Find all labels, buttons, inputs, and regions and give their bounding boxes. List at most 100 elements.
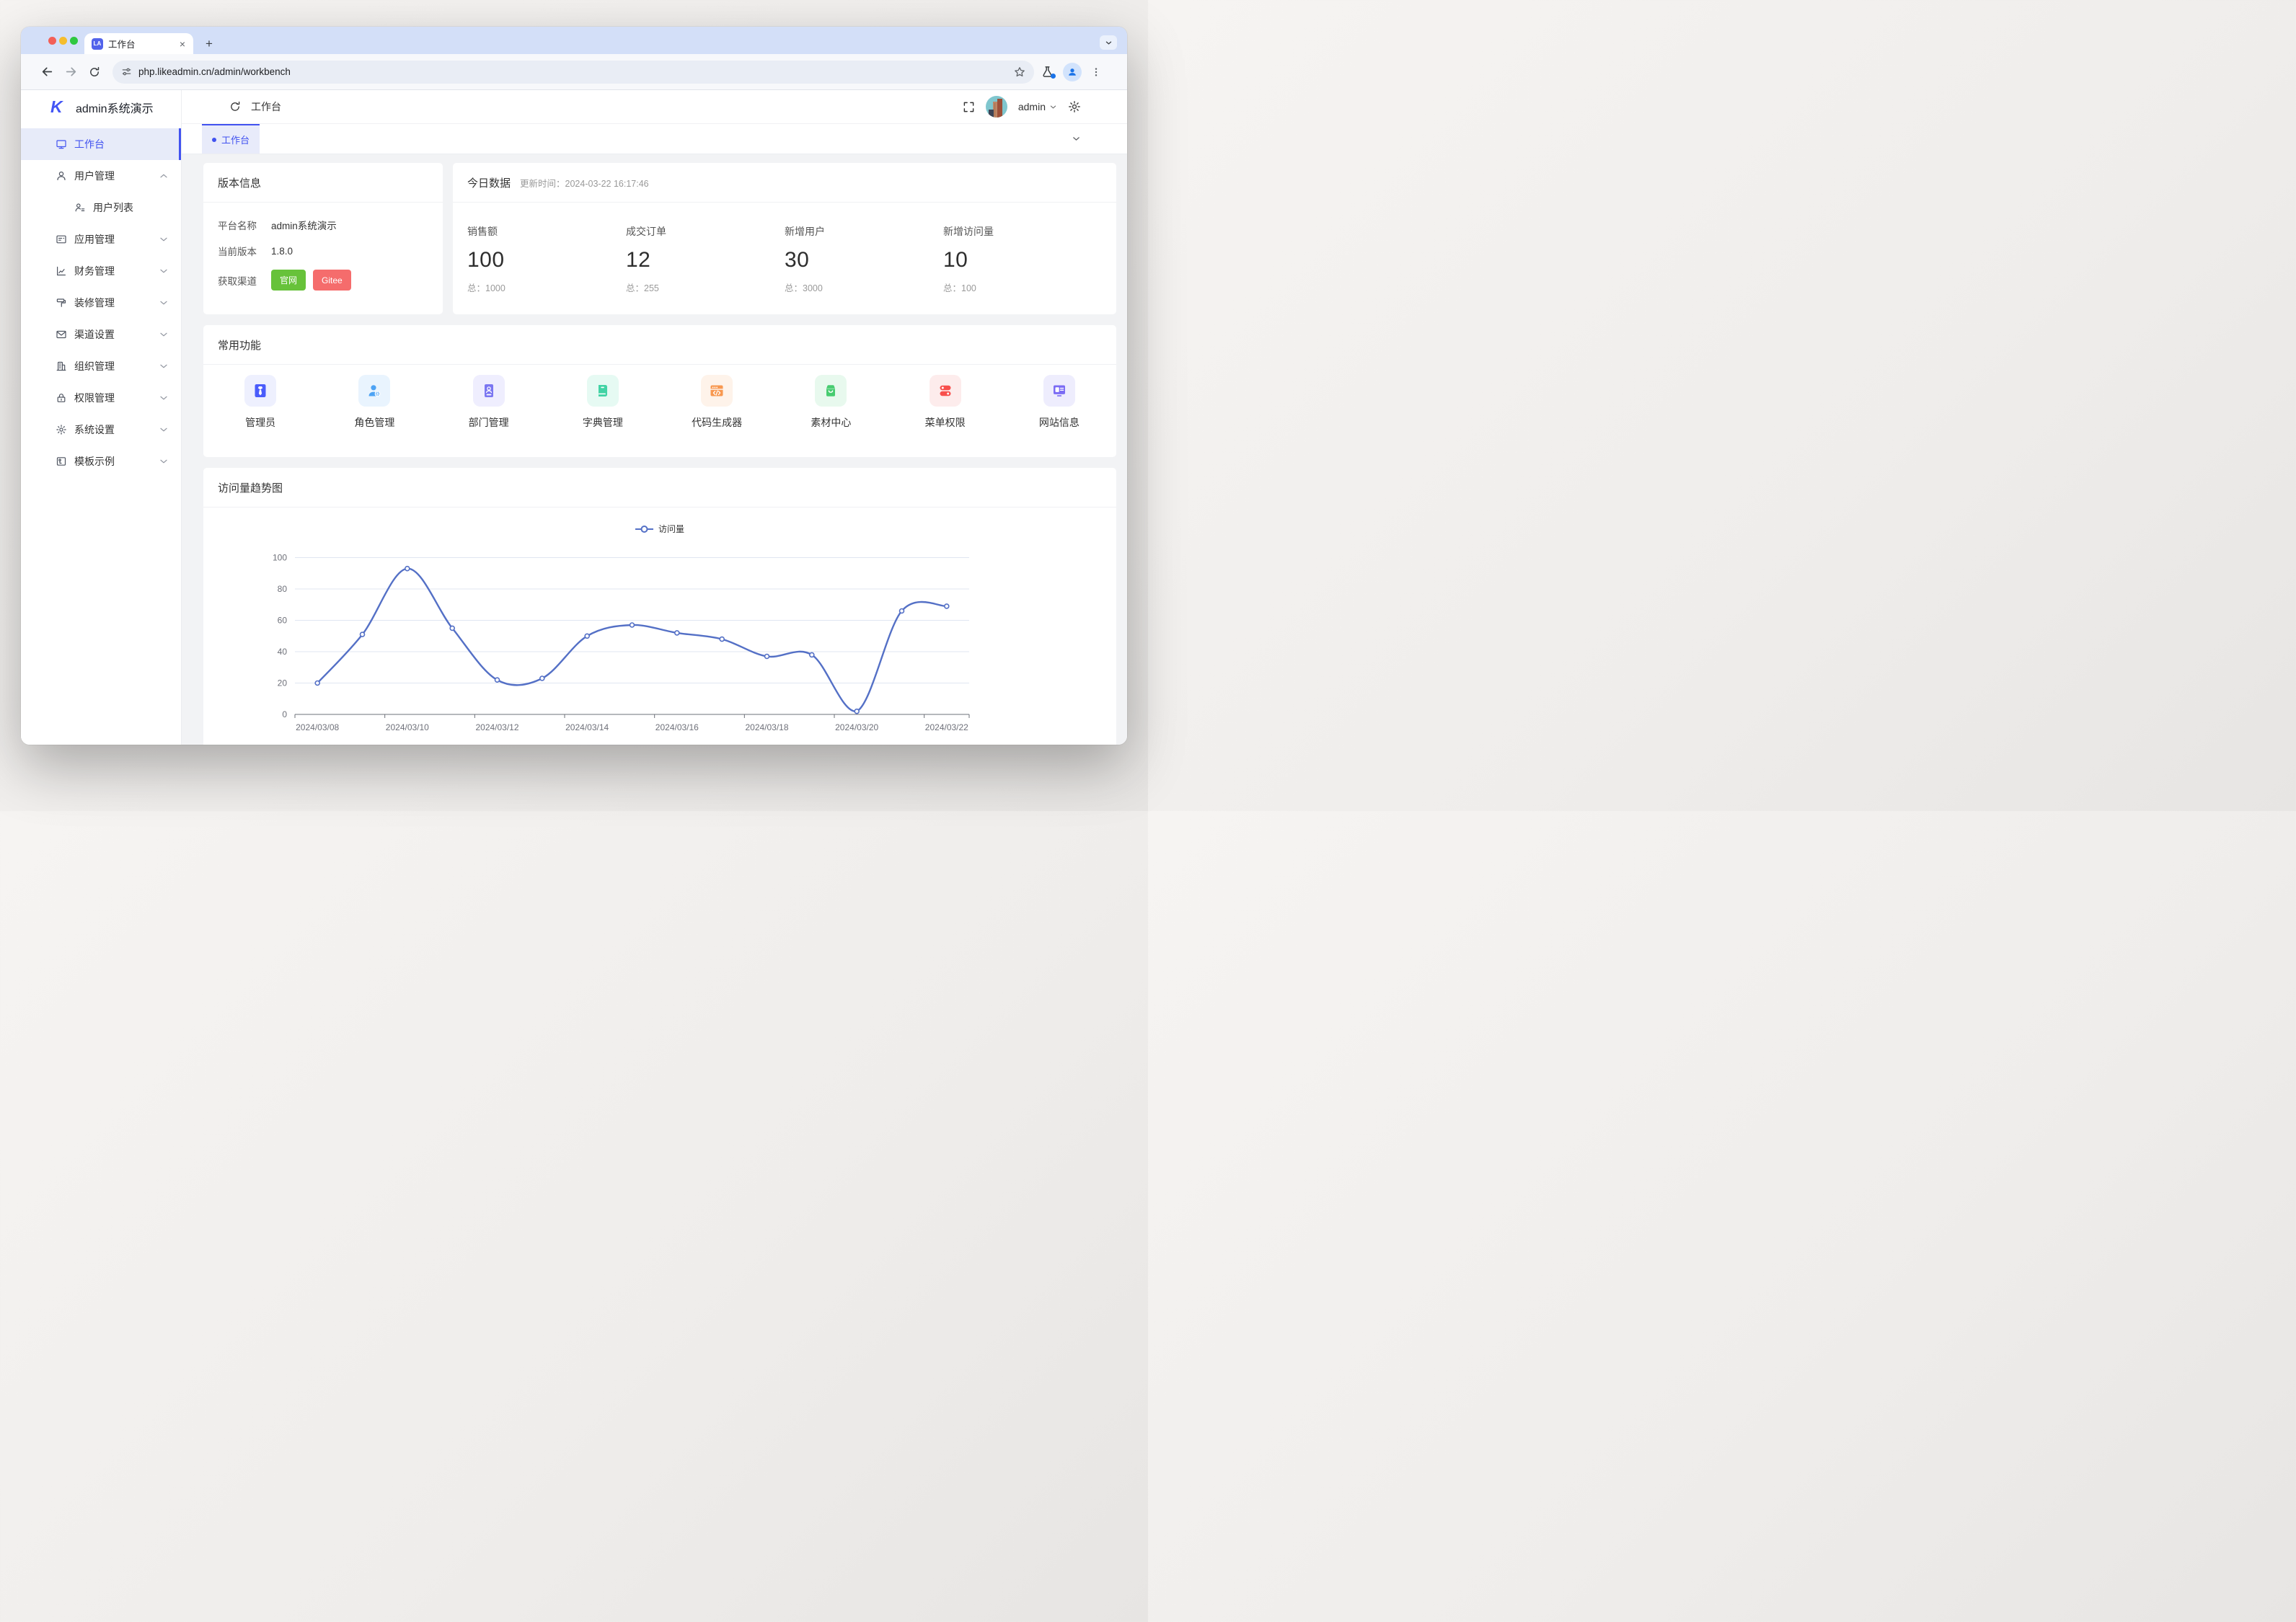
user-icon xyxy=(56,170,67,182)
channel-icon xyxy=(56,329,67,340)
sidebar-item-8[interactable]: 系统设置 xyxy=(21,414,181,446)
sidebar-item-1[interactable]: 用户管理 xyxy=(21,160,181,192)
material-center-icon xyxy=(815,375,847,407)
tab-favicon: LA xyxy=(92,37,103,50)
svg-text:80: 80 xyxy=(278,584,288,594)
function-item-3[interactable]: 字典管理 xyxy=(546,375,660,430)
data-point-6[interactable] xyxy=(584,633,591,639)
site-settings-icon[interactable] xyxy=(121,66,132,77)
function-label: 部门管理 xyxy=(468,417,509,428)
refresh-icon[interactable] xyxy=(229,101,241,112)
browser-menu-kebab-icon[interactable] xyxy=(1091,67,1101,77)
svg-text:20: 20 xyxy=(278,678,288,688)
sidebar-item-0[interactable]: 工作台 xyxy=(21,128,181,160)
function-item-4[interactable]: 代码生成器 xyxy=(660,375,774,430)
stat-label: 新增访问量 xyxy=(943,226,994,237)
new-tab-button[interactable]: + xyxy=(202,37,216,50)
page-tabs-chevron-icon[interactable] xyxy=(1072,134,1081,143)
sidebar-item-6[interactable]: 组织管理 xyxy=(21,350,181,382)
current-version-label: 当前版本 xyxy=(218,247,257,257)
data-point-10[interactable] xyxy=(764,653,770,660)
stat-value: 10 xyxy=(943,248,968,272)
chevron-down-icon xyxy=(158,297,169,309)
sidebar: K admin系统演示 工作台 用户管理 用户列表 应用管理 财务管理 装修管理 渠道设置组… xyxy=(21,90,182,745)
data-point-5[interactable] xyxy=(539,675,545,681)
sidebar-item-7[interactable]: 权限管理 xyxy=(21,382,181,414)
browser-profile-icon[interactable] xyxy=(1063,62,1082,81)
close-window-button[interactable] xyxy=(48,36,56,45)
tab-search-chevron-icon[interactable] xyxy=(1100,35,1117,50)
chevron-down-icon xyxy=(158,424,169,435)
forward-icon[interactable] xyxy=(62,63,79,81)
svg-text:2024/03/18: 2024/03/18 xyxy=(745,722,788,732)
tab-title: 工作台 xyxy=(108,40,136,50)
svg-text:0: 0 xyxy=(282,709,287,719)
stat-label: 成交订单 xyxy=(626,226,666,237)
data-point-8[interactable] xyxy=(674,630,680,636)
data-point-9[interactable] xyxy=(719,636,725,642)
settings-gear-icon[interactable] xyxy=(1068,100,1081,113)
fullscreen-icon[interactable] xyxy=(963,101,975,113)
back-icon[interactable] xyxy=(38,63,56,81)
data-point-14[interactable] xyxy=(944,603,950,609)
chart-legend[interactable]: 访问量 xyxy=(203,508,1116,549)
sidebar-item-2[interactable]: 应用管理 xyxy=(21,223,181,255)
reload-icon[interactable] xyxy=(86,63,103,81)
function-label: 管理员 xyxy=(245,417,276,428)
bookmark-star-icon[interactable] xyxy=(1014,66,1025,78)
chevron-down-icon xyxy=(158,360,169,372)
window-controls xyxy=(48,27,78,54)
stat-value: 12 xyxy=(626,248,651,272)
update-time-value: 2024-03-22 16:17:46 xyxy=(565,178,649,189)
data-point-1[interactable] xyxy=(359,631,366,637)
channel-button-0[interactable]: 官网 xyxy=(271,270,306,291)
today-data-card: 今日数据 更新时间：2024-03-22 16:17:46 销售额 100 总：10… xyxy=(453,163,1116,314)
channel-button-1[interactable]: Gitee xyxy=(313,270,351,291)
data-point-11[interactable] xyxy=(808,652,815,658)
sidebar-item-label: 模板示例 xyxy=(74,456,115,467)
url-text[interactable]: php.likeadmin.cn/admin/workbench xyxy=(138,66,1007,77)
page-tab-label: 工作台 xyxy=(221,135,250,146)
sidebar-item-5[interactable]: 渠道设置 xyxy=(21,319,181,350)
url-bar[interactable]: php.likeadmin.cn/admin/workbench xyxy=(112,60,1034,84)
lock-icon xyxy=(56,392,67,404)
stat-0: 销售额 100 总：1000 xyxy=(467,224,626,294)
toolbar-right xyxy=(1041,62,1101,81)
browser-tab[interactable]: LA 工作台 × xyxy=(84,33,193,54)
chevron-down-icon xyxy=(158,265,169,277)
function-item-6[interactable]: 菜单权限 xyxy=(888,375,1002,430)
function-label: 字典管理 xyxy=(582,417,623,428)
sidebar-item-4[interactable]: 装修管理 xyxy=(21,287,181,319)
minimize-window-button[interactable] xyxy=(59,36,67,45)
sidebar-subitem-1-0[interactable]: 用户列表 xyxy=(21,192,181,223)
data-point-3[interactable] xyxy=(449,625,456,631)
sidebar-item-3[interactable]: 财务管理 xyxy=(21,255,181,287)
sidebar-item-label: 工作台 xyxy=(74,138,105,150)
experiments-flask-icon[interactable] xyxy=(1041,66,1056,79)
function-item-5[interactable]: 素材中心 xyxy=(774,375,888,430)
browser-toolbar: php.likeadmin.cn/admin/workbench xyxy=(21,54,1127,90)
user-list-icon xyxy=(74,202,86,213)
data-point-4[interactable] xyxy=(494,677,500,683)
svg-text:2024/03/14: 2024/03/14 xyxy=(565,722,609,732)
data-point-13[interactable] xyxy=(898,608,905,614)
data-point-7[interactable] xyxy=(629,622,635,628)
sidebar-item-9[interactable]: 模板示例 xyxy=(21,446,181,477)
data-point-12[interactable] xyxy=(854,708,860,714)
page-tab-workbench[interactable]: 工作台 xyxy=(202,124,260,154)
data-point-2[interactable] xyxy=(404,565,410,572)
sidebar-item-label: 用户管理 xyxy=(74,170,115,182)
user-avatar[interactable] xyxy=(985,96,1007,118)
function-item-7[interactable]: 网站信息 xyxy=(1002,375,1116,430)
tab-close-icon[interactable]: × xyxy=(177,38,187,50)
browser-tabstrip: LA 工作台 × + xyxy=(21,27,1127,54)
chevron-up-icon xyxy=(158,170,169,182)
zoom-window-button[interactable] xyxy=(70,36,78,45)
user-menu[interactable]: admin xyxy=(1018,101,1057,112)
data-point-0[interactable] xyxy=(314,680,320,686)
function-item-2[interactable]: 部门管理 xyxy=(432,375,546,430)
function-item-0[interactable]: 管理员 xyxy=(203,375,317,430)
sidebar-item-label: 权限管理 xyxy=(74,392,115,404)
function-label: 素材中心 xyxy=(811,417,852,428)
function-item-1[interactable]: 角色管理 xyxy=(317,375,431,430)
